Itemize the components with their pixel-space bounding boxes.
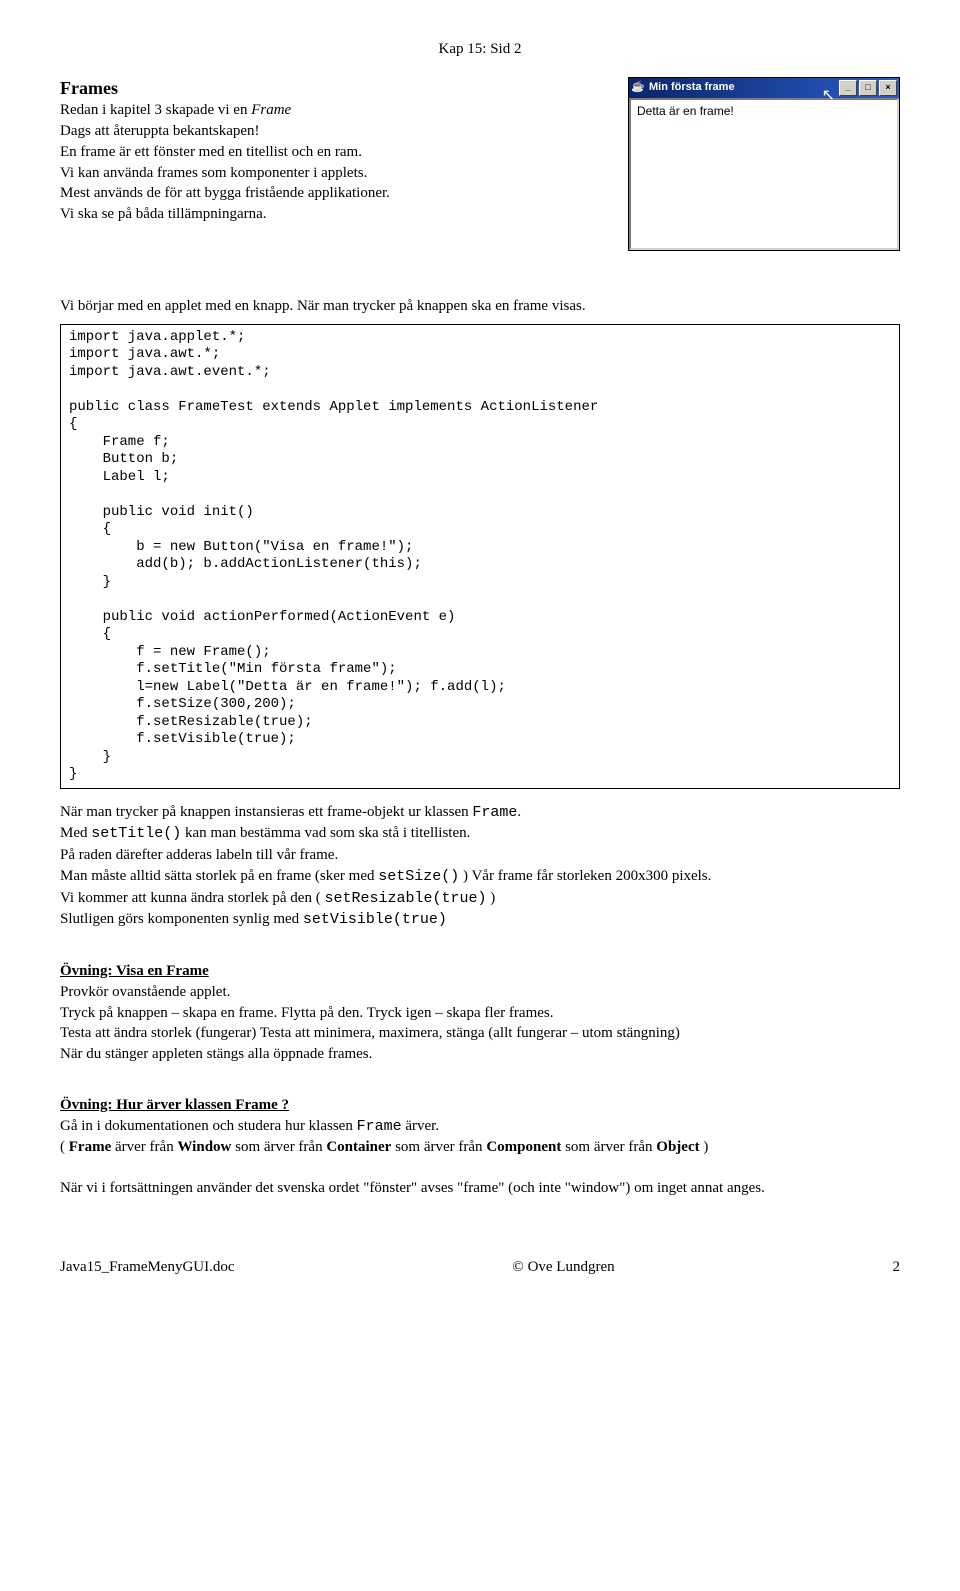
close-button[interactable]: × [879, 80, 897, 96]
class-name: Frame [69, 1139, 111, 1155]
minimize-button[interactable]: _ [839, 80, 857, 96]
post-text: När man trycker på knappen instansieras … [60, 804, 472, 820]
exercise-text: som ärver från [231, 1139, 326, 1155]
exercise-text: ( [60, 1139, 69, 1155]
code-inline: Frame [357, 1118, 402, 1135]
class-name: Object [656, 1139, 699, 1155]
exercise-text: Gå in i dokumentationen och studera hur … [60, 1118, 357, 1134]
embedded-window-screenshot: ☕ Min första frame ↖ _ □ × Detta är en f… [628, 77, 900, 251]
window-title: Min första frame [649, 81, 826, 95]
exercise-text: När du stänger appleten stängs alla öppn… [60, 1045, 900, 1064]
intro-text: Redan i kapitel 3 skapade vi en [60, 102, 251, 118]
class-name: Component [486, 1139, 561, 1155]
code-inline: setVisible(true) [303, 911, 447, 928]
post-text: Man måste alltid sätta storlek på en fra… [60, 868, 378, 884]
exercise-text: ärver. [402, 1118, 439, 1134]
window-titlebar: ☕ Min första frame ↖ _ □ × [629, 78, 899, 98]
code-listing: import java.applet.*; import java.awt.*;… [60, 324, 900, 789]
post-text: ) [486, 890, 495, 906]
footer-page-number: 2 [893, 1258, 901, 1277]
code-inline: setSize() [378, 868, 459, 885]
post-text: ) Vår frame får storleken 200x300 pixels… [459, 868, 711, 884]
pre-code-text: Vi börjar med en applet med en knapp. Nä… [60, 297, 900, 316]
exercise-text: Testa att ändra storlek (fungerar) Testa… [60, 1024, 900, 1043]
maximize-button[interactable]: □ [859, 80, 877, 96]
intro-text: Vi kan använda frames som komponenter i … [60, 164, 550, 183]
post-text: Slutligen görs komponenten synlig med [60, 911, 303, 927]
post-text: På raden därefter adderas labeln till vå… [60, 846, 900, 865]
window-content: Detta är en frame! [629, 98, 899, 250]
class-name: Container [326, 1139, 391, 1155]
intro-text: Vi ska se på båda tillämpningarna. [60, 205, 550, 224]
intro-text: Mest används de för att bygga fristående… [60, 184, 550, 203]
exercise-text: ) [700, 1139, 709, 1155]
post-text: Med [60, 825, 91, 841]
code-inline: Frame [472, 804, 517, 821]
exercise-text: som ärver från [391, 1139, 486, 1155]
intro-text: Dags att återuppta bekantskapen! [60, 122, 550, 141]
footer-author: © Ove Lundgren [512, 1258, 614, 1277]
intro-text: En frame är ett fönster med en titellist… [60, 143, 550, 162]
post-text: kan man bestämma vad som ska stå i titel… [181, 825, 470, 841]
exercise-text: ärver från [111, 1139, 177, 1155]
section-title: Frames [60, 77, 550, 100]
code-inline: setResizable(true) [324, 890, 486, 907]
java-icon: ☕ [631, 81, 645, 95]
post-text: Vi kommer att kunna ändra storlek på den… [60, 890, 324, 906]
exercise-text: Provkör ovanstående applet. [60, 983, 900, 1002]
class-name: Window [177, 1139, 231, 1155]
exercise-text: Tryck på knappen – skapa en frame. Flytt… [60, 1004, 900, 1023]
page-header: Kap 15: Sid 2 [60, 40, 900, 59]
closing-text: När vi i fortsättningen använder det sve… [60, 1179, 900, 1198]
exercise-heading: Övning: Visa en Frame [60, 963, 209, 979]
intro-frame-word: Frame [251, 102, 291, 118]
post-text: . [517, 804, 521, 820]
footer-filename: Java15_FrameMenyGUI.doc [60, 1258, 235, 1277]
exercise-text: som ärver från [561, 1139, 656, 1155]
exercise-heading: Övning: Hur ärver klassen Frame ? [60, 1097, 289, 1113]
code-inline: setTitle() [91, 825, 181, 842]
